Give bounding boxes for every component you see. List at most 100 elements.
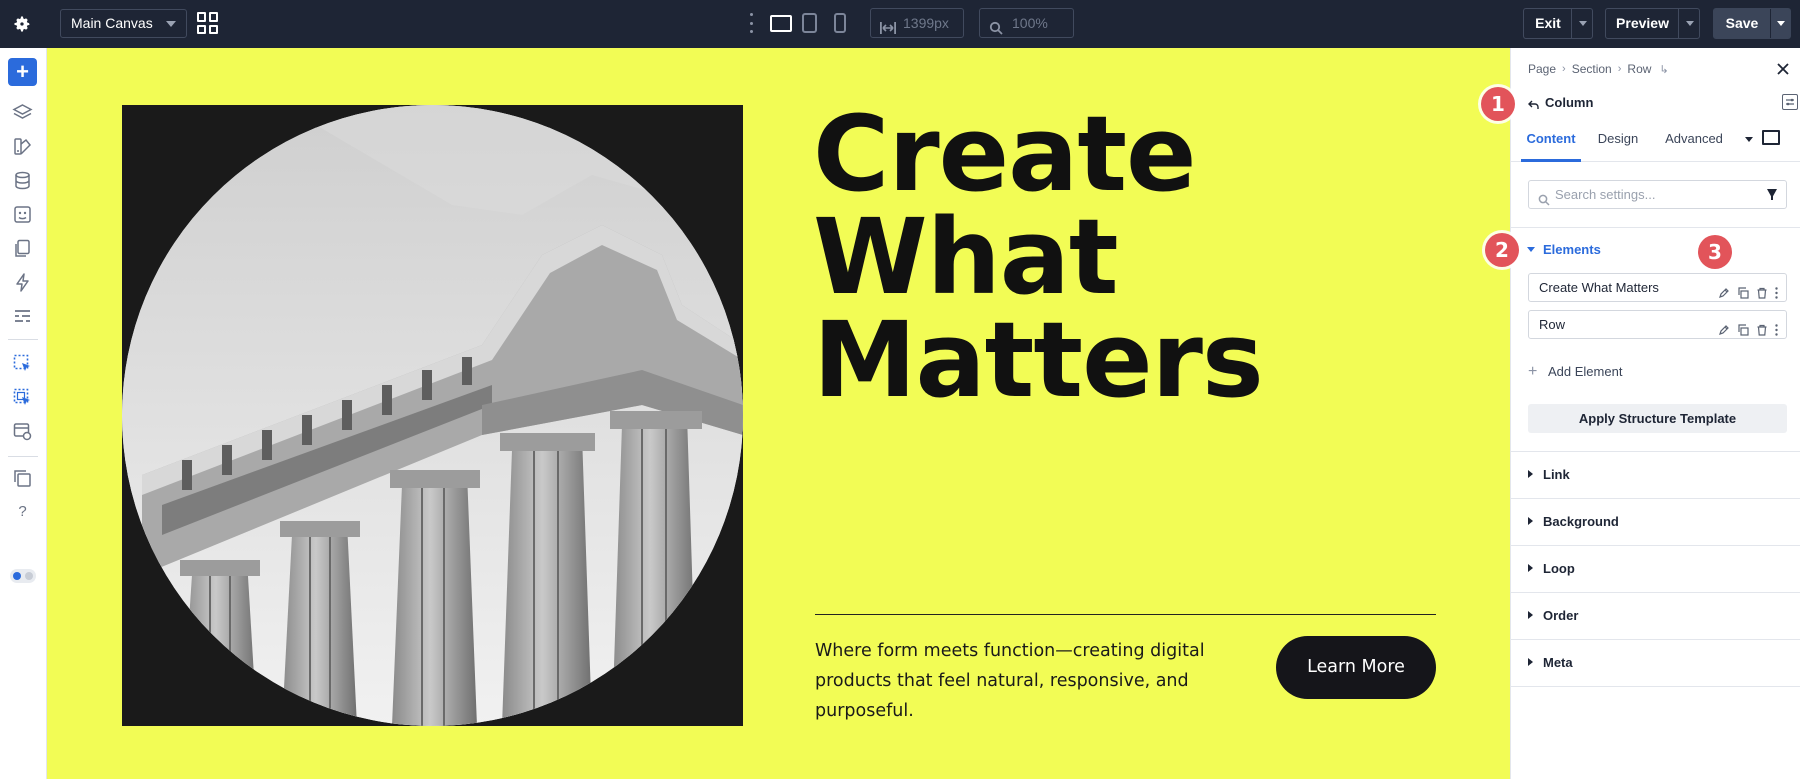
element-settings-icon[interactable] [12, 421, 33, 442]
canvas-width-value: 1399px [903, 15, 949, 31]
canvas-selector[interactable]: Main Canvas [60, 9, 187, 38]
element-item[interactable]: Row [1528, 310, 1787, 339]
caret-down-icon [1527, 247, 1535, 252]
caret-right-icon [1528, 611, 1533, 619]
back-arrow-icon[interactable] [1528, 97, 1539, 115]
section-meta-label: Meta [1543, 655, 1573, 670]
layout-toggle-icon[interactable] [1782, 94, 1798, 110]
add-element-label: Add Element [1548, 364, 1623, 379]
select-element-icon[interactable] [12, 353, 33, 374]
exit-dropdown-icon[interactable] [1579, 21, 1587, 26]
database-icon[interactable] [12, 170, 33, 191]
caret-right-icon [1528, 564, 1533, 572]
section-link-label: Link [1543, 467, 1570, 482]
section-loop-toggle[interactable]: Loop [1528, 560, 1788, 578]
breadcrumb: Page › Section › Row ↳ [1528, 62, 1675, 76]
return-arrow-icon[interactable]: ↳ [1659, 63, 1668, 76]
preview-button[interactable]: Preview [1605, 8, 1700, 39]
preview-dropdown-icon[interactable] [1686, 21, 1694, 26]
exit-button[interactable]: Exit [1523, 8, 1593, 39]
learn-more-button[interactable]: Learn More [1276, 636, 1436, 699]
section-loop-label: Loop [1543, 561, 1575, 576]
tab-content[interactable]: Content [1521, 128, 1581, 162]
layers-icon[interactable] [12, 102, 33, 123]
preview-frame-icon[interactable] [1762, 130, 1780, 145]
builder-canvas[interactable]: Create What Matters Where form meets fun… [47, 48, 1510, 779]
save-button[interactable]: Save [1713, 8, 1791, 39]
theme-customizer-icon[interactable] [12, 204, 33, 225]
lightning-icon[interactable] [12, 272, 33, 293]
search-settings-input[interactable]: Search settings... [1528, 180, 1787, 209]
design-library-icon[interactable] [12, 136, 33, 157]
pages-icon[interactable] [12, 238, 33, 259]
section-meta-toggle[interactable]: Meta [1528, 654, 1788, 672]
breadcrumb-page[interactable]: Page [1528, 62, 1556, 76]
duplicate-icon[interactable] [1737, 318, 1749, 336]
hero-heading-line-1: Create [813, 93, 1197, 215]
select-multiple-icon[interactable] [12, 387, 33, 408]
breadcrumb-row[interactable]: Row [1627, 62, 1651, 76]
edit-pencil-icon[interactable] [1718, 281, 1730, 298]
temple-columns-image [122, 105, 743, 726]
section-order-label: Order [1543, 608, 1579, 623]
phone-view-icon[interactable] [834, 13, 846, 33]
elements-heading: Elements [1543, 242, 1601, 257]
trash-icon[interactable] [1756, 281, 1768, 299]
structure-list-icon[interactable] [12, 306, 33, 327]
save-dropdown-icon[interactable] [1777, 21, 1785, 26]
kebab-menu-icon[interactable] [1775, 281, 1778, 299]
canvas-width-field[interactable]: 1399px [870, 8, 964, 38]
settings-tabs: Content Design Advanced [1511, 128, 1800, 162]
help-question-icon[interactable]: ? [12, 503, 33, 524]
add-element-button[interactable]: + Add Element [1528, 363, 1622, 381]
hero-description[interactable]: Where form meets function—creating digit… [815, 636, 1215, 726]
tab-advanced[interactable]: Advanced [1659, 128, 1729, 162]
mode-toggle[interactable] [10, 569, 36, 583]
callout-badge-2: 2 [1485, 233, 1519, 267]
hero-heading[interactable]: Create What Matters [813, 93, 1413, 421]
tabs-dropdown-icon[interactable] [1745, 137, 1753, 142]
top-toolbar: Main Canvas 1399px 100% Exit Preview Sav… [0, 0, 1800, 48]
panel-title: Column [1545, 95, 1594, 110]
panel-header: Column [1528, 94, 1798, 114]
kebab-menu-icon[interactable] [1775, 318, 1778, 336]
callout-badge-3: 3 [1698, 235, 1732, 269]
hero-image-frame[interactable] [122, 105, 743, 726]
element-item-label: Create What Matters [1539, 280, 1659, 295]
search-placeholder: Search settings... [1555, 187, 1656, 202]
element-item-label: Row [1539, 317, 1566, 332]
section-background-toggle[interactable]: Background [1528, 513, 1788, 531]
hero-divider [815, 614, 1436, 615]
edit-pencil-icon[interactable] [1718, 318, 1730, 335]
canvas-selector-label: Main Canvas [71, 15, 153, 31]
breadcrumb-section[interactable]: Section [1572, 62, 1612, 76]
save-button-label: Save [1725, 15, 1759, 31]
canvas-grid-icon[interactable] [197, 12, 219, 34]
zoom-value: 100% [1012, 15, 1048, 31]
close-icon[interactable] [1776, 62, 1790, 76]
chevron-right-icon: › [1617, 63, 1622, 75]
settings-gear-icon[interactable] [10, 12, 34, 36]
caret-right-icon [1528, 470, 1533, 478]
element-item[interactable]: Create What Matters [1528, 273, 1787, 302]
tablet-view-icon[interactable] [802, 13, 817, 33]
apply-structure-template-button[interactable]: Apply Structure Template [1528, 404, 1787, 433]
caret-right-icon [1528, 517, 1533, 525]
settings-panel: Page › Section › Row ↳ Column Content De… [1510, 48, 1800, 779]
duplicate-icon[interactable] [1737, 281, 1749, 299]
section-order-toggle[interactable]: Order [1528, 607, 1788, 625]
desktop-view-icon[interactable] [770, 15, 792, 32]
more-options-icon[interactable] [748, 13, 754, 33]
preview-button-label: Preview [1616, 15, 1669, 31]
elements-section-toggle[interactable]: Elements [1527, 241, 1788, 259]
search-icon [1538, 188, 1550, 215]
hero-heading-line-3: Matters [813, 299, 1264, 421]
zoom-field[interactable]: 100% [979, 8, 1074, 38]
exit-button-label: Exit [1535, 15, 1561, 31]
trash-icon[interactable] [1756, 318, 1768, 336]
add-plus-button[interactable]: + [8, 58, 37, 86]
stacked-windows-icon[interactable] [12, 468, 33, 489]
left-toolbar: + ? [0, 48, 47, 779]
tab-design[interactable]: Design [1594, 128, 1642, 162]
section-link-toggle[interactable]: Link [1528, 466, 1788, 484]
